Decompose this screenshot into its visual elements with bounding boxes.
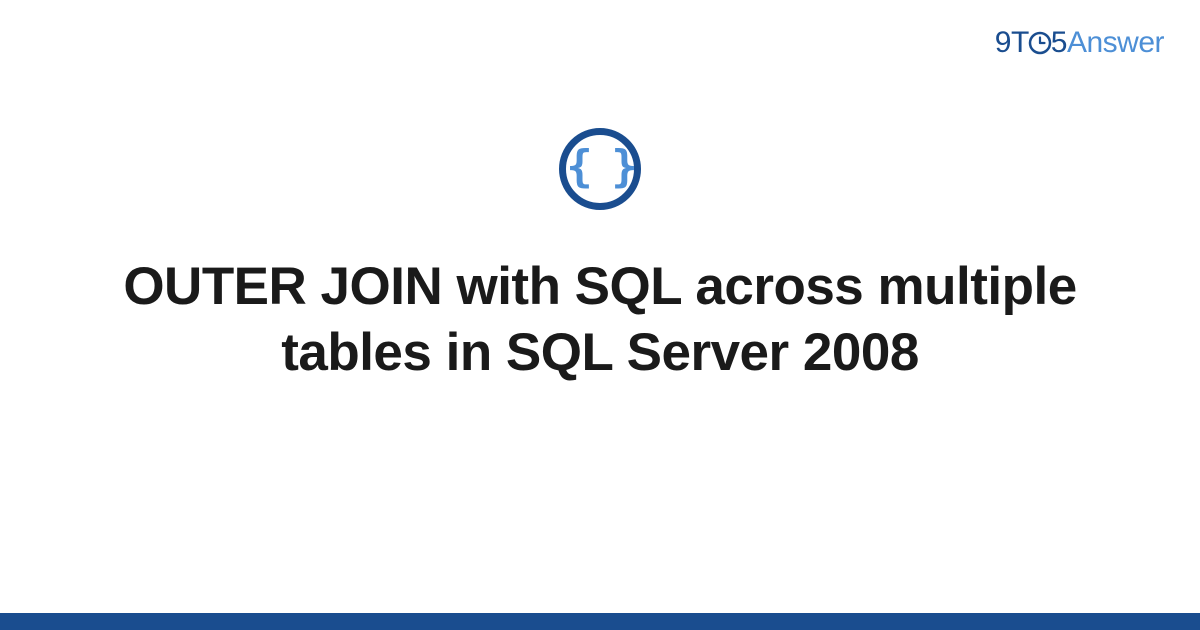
category-badge: { } — [559, 128, 641, 210]
code-braces-icon: { } — [566, 145, 633, 189]
logo-nine: 9 — [995, 26, 1011, 59]
logo-five: 5 — [1051, 26, 1067, 59]
logo-answer: Answer — [1067, 26, 1164, 59]
main-content: { } OUTER JOIN with SQL across multiple … — [0, 128, 1200, 385]
clock-icon — [1028, 29, 1052, 63]
site-logo: 9T5Answer — [995, 26, 1164, 63]
footer-bar — [0, 613, 1200, 630]
logo-t: T — [1011, 26, 1029, 59]
page-title: OUTER JOIN with SQL across multiple tabl… — [90, 254, 1110, 385]
